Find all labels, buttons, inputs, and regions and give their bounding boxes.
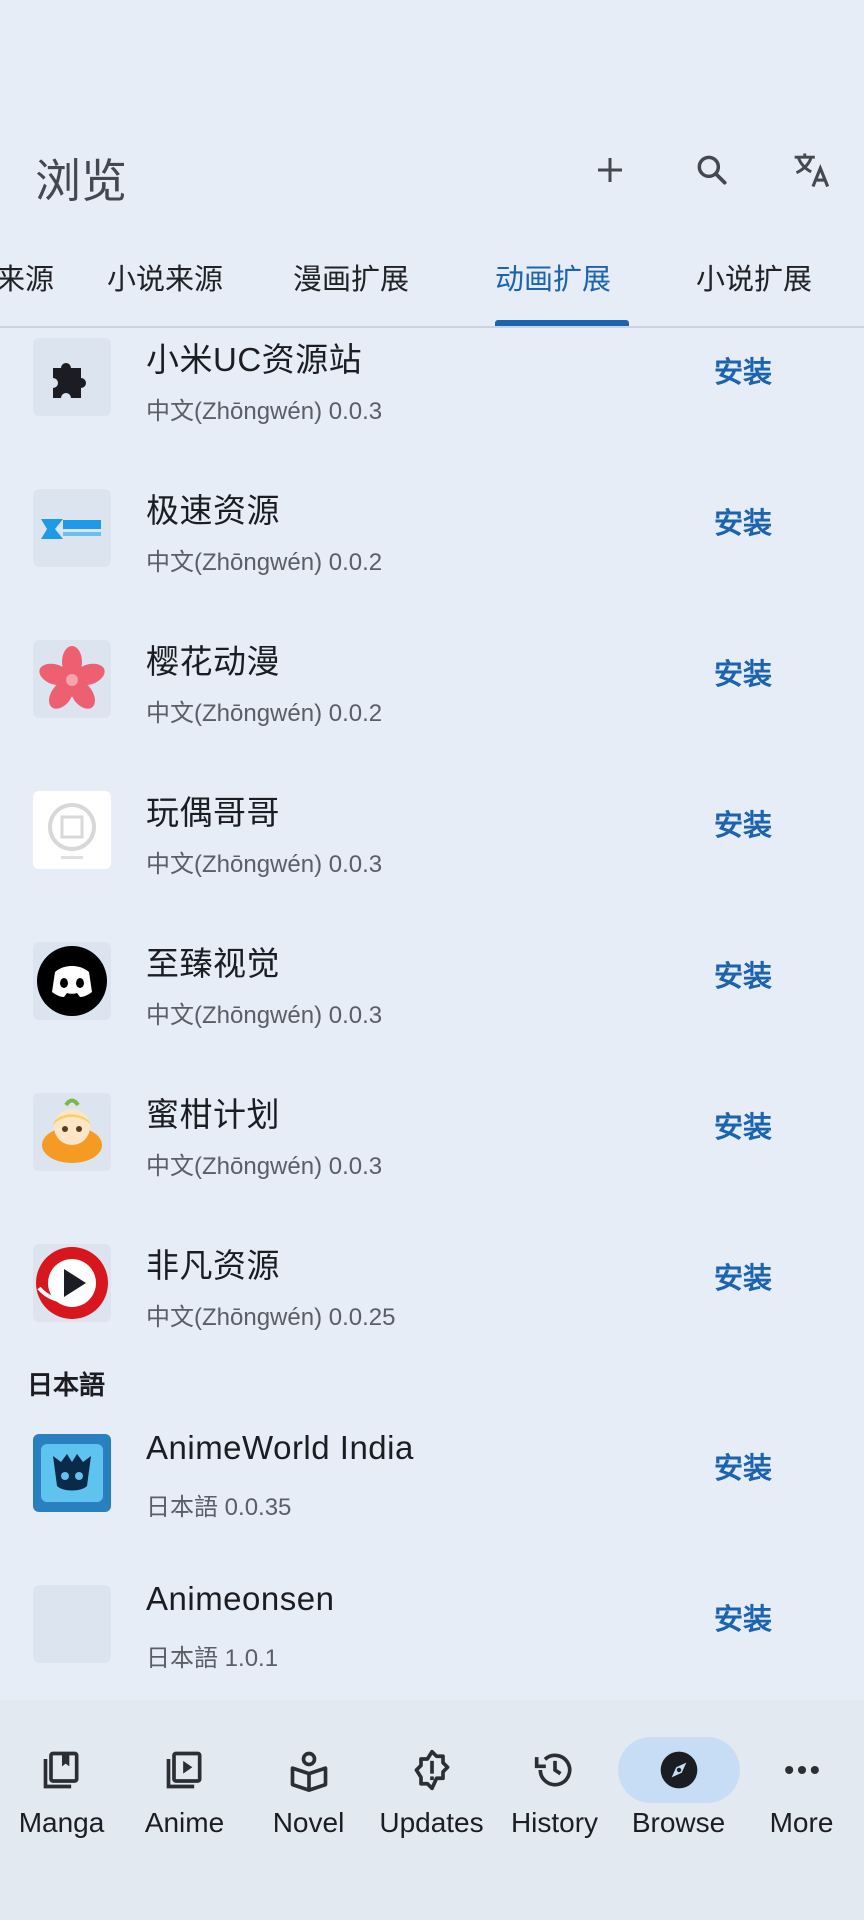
install-button[interactable]: 安装 <box>714 349 772 391</box>
nav-novel[interactable]: Novel <box>247 1700 370 1840</box>
search-icon <box>697 155 727 185</box>
list-item[interactable]: 极速资源 中文(Zhōngwén) 0.0.2 安装 <box>0 458 864 609</box>
discord-like-icon <box>33 942 111 1020</box>
bottom-navigation: Manga Anime Novel Updates History Browse <box>0 1700 864 1920</box>
install-button[interactable]: 安装 <box>714 1445 772 1487</box>
manga-book-icon <box>1 1737 123 1803</box>
extension-name: 樱花动漫 <box>146 643 280 680</box>
extension-name: 至臻视觉 <box>146 945 280 982</box>
extension-meta: 日本語 0.0.35 <box>146 1494 292 1521</box>
nav-label: Novel <box>272 1807 345 1838</box>
extension-meta: 日本語 1.0.1 <box>146 1645 279 1672</box>
play-circle-icon <box>33 1244 111 1322</box>
tab-novel-sources[interactable]: 小说来源 <box>107 256 223 298</box>
history-icon <box>494 1737 616 1803</box>
extension-name: 玩偶哥哥 <box>146 794 280 831</box>
extension-name: 极速资源 <box>146 492 280 529</box>
extension-name: AnimeWorld India <box>146 1429 414 1466</box>
extension-list[interactable]: 小米UC资源站 中文(Zhōngwén) 0.0.3 安装 极速资源 中文(Zh… <box>0 328 864 1700</box>
jisu-logo-icon <box>33 489 111 567</box>
page-title: 浏览 <box>35 155 127 207</box>
nav-label: Browse <box>631 1807 726 1838</box>
add-button[interactable] <box>580 140 640 200</box>
updates-alert-icon <box>371 1737 493 1803</box>
tab-bar: 来源 小说来源 漫画扩展 动画扩展 小说扩展 <box>0 248 864 326</box>
extension-meta: 中文(Zhōngwén) 0.0.3 <box>146 851 383 878</box>
extension-meta: 中文(Zhōngwén) 0.0.2 <box>146 700 383 727</box>
extension-name: 蜜柑计划 <box>146 1096 280 1133</box>
list-item[interactable]: 玩偶哥哥 中文(Zhōngwén) 0.0.3 安装 <box>0 760 864 911</box>
nav-label: Manga <box>18 1807 105 1838</box>
extension-meta: 中文(Zhōngwén) 0.0.2 <box>146 549 383 576</box>
install-button[interactable]: 安装 <box>714 1596 772 1638</box>
extension-name: 非凡资源 <box>146 1247 280 1284</box>
compass-icon <box>617 1737 740 1803</box>
novel-reader-icon <box>248 1737 370 1803</box>
nav-updates[interactable]: Updates <box>370 1700 493 1840</box>
translate-button[interactable] <box>783 140 843 200</box>
install-button[interactable]: 安装 <box>714 802 772 844</box>
nav-manga[interactable]: Manga <box>0 1700 123 1840</box>
nav-label: More <box>769 1807 834 1838</box>
list-item[interactable]: 至臻视觉 中文(Zhōngwén) 0.0.3 安装 <box>0 911 864 1062</box>
extension-name: 小米UC资源站 <box>146 341 363 378</box>
extension-meta: 中文(Zhōngwén) 0.0.3 <box>146 398 383 425</box>
install-button[interactable]: 安装 <box>714 1255 772 1297</box>
list-item[interactable]: 非凡资源 中文(Zhōngwén) 0.0.25 安装 <box>0 1213 864 1364</box>
top-app-bar: 浏览 来源 小说来源 漫画扩展 动画扩展 小说扩展 <box>0 0 864 330</box>
nav-label: Anime <box>144 1807 225 1838</box>
list-item[interactable]: Animeonsen 日本語 1.0.1 安装 <box>0 1554 864 1700</box>
add-icon <box>598 158 622 182</box>
extension-name: Animeonsen <box>146 1580 335 1617</box>
blank-icon <box>33 1585 111 1663</box>
sakura-flower-icon <box>33 640 111 718</box>
install-button[interactable]: 安装 <box>714 953 772 995</box>
nav-history[interactable]: History <box>493 1700 616 1840</box>
wanou-stamp-icon <box>33 791 111 869</box>
nav-label: History <box>510 1807 599 1838</box>
tab-novel-extensions[interactable]: 小说扩展 <box>696 256 812 298</box>
more-dots-icon <box>741 1737 863 1803</box>
install-button[interactable]: 安装 <box>714 1104 772 1146</box>
tab-sources[interactable]: 来源 <box>0 256 54 298</box>
nav-anime[interactable]: Anime <box>123 1700 246 1840</box>
tab-anime-extensions[interactable]: 动画扩展 <box>495 256 611 298</box>
extension-meta: 中文(Zhōngwén) 0.0.25 <box>146 1304 396 1331</box>
extension-meta: 中文(Zhōngwén) 0.0.3 <box>146 1153 383 1180</box>
tab-manga-extensions[interactable]: 漫画扩展 <box>293 256 409 298</box>
puzzle-icon <box>33 338 111 416</box>
nav-more[interactable]: More <box>740 1700 863 1840</box>
nav-browse[interactable]: Browse <box>617 1700 740 1840</box>
extension-meta: 中文(Zhōngwén) 0.0.3 <box>146 1002 383 1029</box>
install-button[interactable]: 安装 <box>714 651 772 693</box>
anime-play-icon <box>124 1737 246 1803</box>
list-item[interactable]: 蜜柑计划 中文(Zhōngwén) 0.0.3 安装 <box>0 1062 864 1213</box>
nav-label: Updates <box>379 1807 484 1838</box>
install-button[interactable]: 安装 <box>714 500 772 542</box>
section-header-japanese: 日本語 <box>27 1370 106 1400</box>
list-item[interactable]: 樱花动漫 中文(Zhōngwén) 0.0.2 安装 <box>0 609 864 760</box>
animeworld-icon <box>33 1434 111 1512</box>
mikan-girl-icon <box>33 1093 111 1171</box>
translate-icon <box>794 153 830 188</box>
search-button[interactable] <box>682 140 742 200</box>
list-item[interactable]: AnimeWorld India 日本語 0.0.35 安装 <box>0 1403 864 1554</box>
list-item[interactable]: 小米UC资源站 中文(Zhōngwén) 0.0.3 安装 <box>0 328 864 458</box>
